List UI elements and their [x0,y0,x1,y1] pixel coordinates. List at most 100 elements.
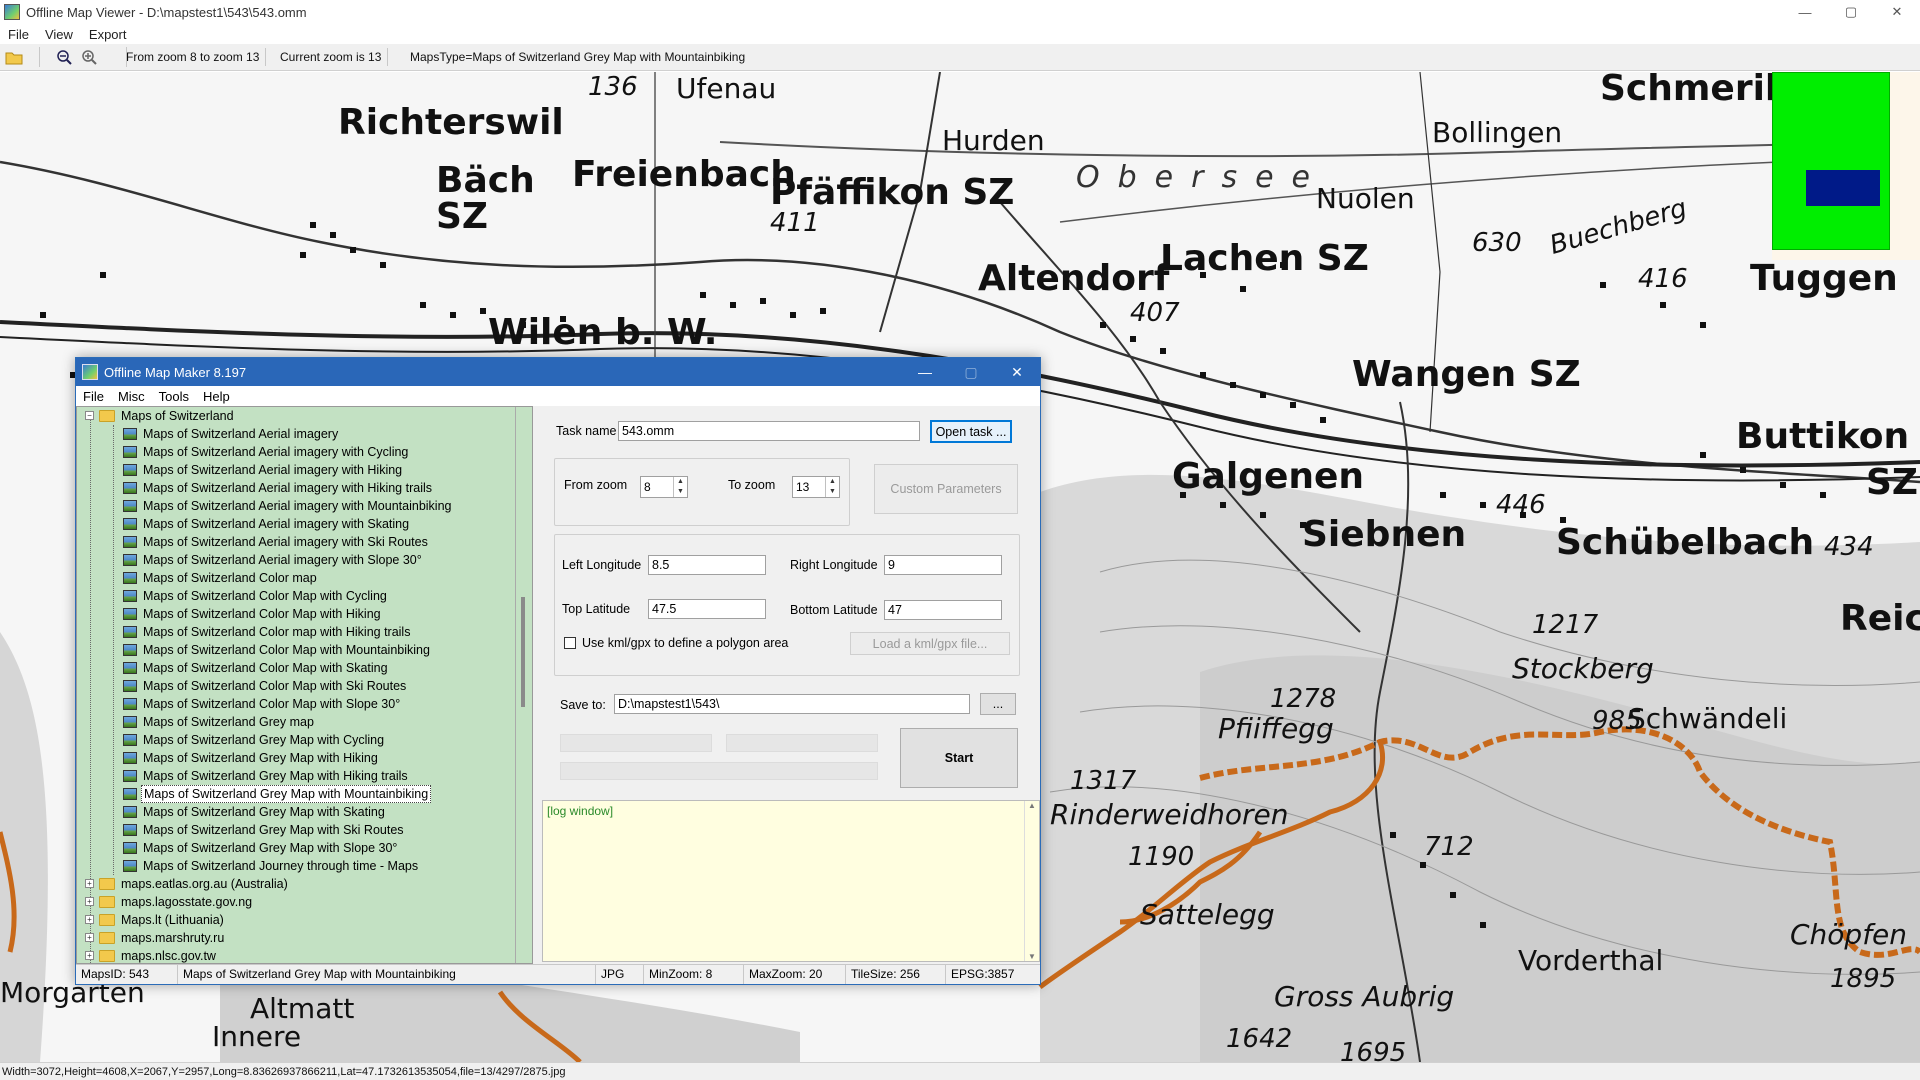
open-folder-button[interactable] [3,46,25,68]
tree-map-item[interactable]: Maps of Switzerland Grey Map with Slope … [77,839,507,857]
expand-icon[interactable]: + [85,951,94,960]
map-label-height: 1895 [1830,964,1897,994]
from-zoom-spinner[interactable]: 8 ▲ ▼ [640,476,688,498]
expand-icon[interactable]: + [85,879,94,888]
tree-map-item[interactable]: Maps of Switzerland Color Map with Hikin… [77,605,507,623]
tree-map-item[interactable]: Maps of Switzerland Color map with Hikin… [77,623,507,641]
tree-item-label: Maps of Switzerland Grey Map with Hiking [143,751,378,765]
dialog-menu-file[interactable]: File [76,389,111,404]
tree-folder-node[interactable]: + maps.marshruty.ru [77,929,507,947]
tree-folder-node[interactable]: + Maps.lt (Lithuania) [77,911,507,929]
custom-parameters-button: Custom Parameters [874,464,1018,514]
tree-map-item[interactable]: Maps of Switzerland Aerial imagery with … [77,533,507,551]
dialog-close-button[interactable]: ✕ [994,358,1040,386]
expand-icon[interactable]: + [85,915,94,924]
tree-map-item[interactable]: Maps of Switzerland Aerial imagery with … [77,515,507,533]
tree-folder-node[interactable]: + maps.lagosstate.gov.ng [77,893,507,911]
top-latitude-input[interactable]: 47.5 [648,599,766,619]
map-tile-icon [123,554,137,566]
tree-item-label: Maps of Switzerland Aerial imagery with … [143,481,432,495]
tree-map-item[interactable]: Maps of Switzerland Journey through time… [77,857,507,875]
task-name-input[interactable]: 543.omm [618,421,920,441]
scroll-down-arrow-icon[interactable]: ▼ [1025,952,1039,961]
dialog-window-controls: — ▢ ✕ [902,358,1040,386]
tree-map-item[interactable]: Maps of Switzerland Aerial imagery with … [77,479,507,497]
bottom-latitude-input[interactable]: 47 [884,600,1002,620]
tree-map-item[interactable]: Maps of Switzerland Color Map with Cycli… [77,587,507,605]
tree-map-item[interactable]: Maps of Switzerland Color Map with Skati… [77,659,507,677]
tree-item-label: Maps of Switzerland Color Map with Slope… [143,697,401,711]
minimize-button[interactable]: — [1782,0,1828,24]
spinner-arrows-icon[interactable]: ▲ ▼ [673,477,687,497]
tree-map-item[interactable]: Maps of Switzerland Color Map with Slope… [77,695,507,713]
tree-scrollbar-thumb[interactable] [521,597,525,707]
left-longitude-input[interactable]: 8.5 [648,555,766,575]
dialog-minimize-button[interactable]: — [902,358,948,386]
tree-map-item[interactable]: Maps of Switzerland Color Map with Mount… [77,641,507,659]
tree-item-label: Maps of Switzerland Grey Map with Hiking… [143,769,408,783]
menu-export[interactable]: Export [81,27,135,42]
expand-icon[interactable]: + [85,897,94,906]
tree-folder-node[interactable]: + maps.eatlas.org.au (Australia) [77,875,507,893]
overview-minimap[interactable] [1772,72,1920,260]
close-button[interactable]: ✕ [1874,0,1920,24]
browse-folder-button[interactable]: ... [980,693,1016,715]
tree-map-item[interactable]: Maps of Switzerland Grey Map with Ski Ro… [77,821,507,839]
menu-view[interactable]: View [37,27,81,42]
spinner-arrows-icon[interactable]: ▲ ▼ [825,477,839,497]
tree-item-label: Maps of Switzerland Grey Map with Slope … [143,841,398,855]
to-zoom-spinner[interactable]: 13 ▲ ▼ [792,476,840,498]
tree-node-label: Maps.lt (Lithuania) [121,913,224,927]
overview-viewport-indicator[interactable] [1806,170,1880,206]
tree-map-item[interactable]: Maps of Switzerland Color map [77,569,507,587]
tree-item-label: Maps of Switzerland Journey through time… [143,859,419,873]
tree-map-item[interactable]: Maps of Switzerland Aerial imagery with … [77,443,507,461]
tree-map-item[interactable]: Maps of Switzerland Grey Map with Hiking [77,749,507,767]
tree-map-item[interactable]: Maps of Switzerland Aerial imagery with … [77,551,507,569]
zoom-in-button[interactable] [78,46,100,68]
expand-icon[interactable]: + [85,933,94,942]
tree-node-label: Maps of Switzerland [121,409,234,423]
dialog-menu-help[interactable]: Help [196,389,237,404]
start-button[interactable]: Start [900,728,1018,788]
tree-map-item[interactable]: Maps of Switzerland Grey map [77,713,507,731]
log-scrollbar[interactable]: ▲ ▼ [1024,801,1039,961]
zoom-out-button[interactable] [53,46,75,68]
tree-item-label: Maps of Switzerland Aerial imagery [143,427,339,441]
tree-map-item[interactable]: Maps of Switzerland Aerial imagery [77,425,507,443]
tree-map-item[interactable]: Maps of Switzerland Color Map with Ski R… [77,677,507,695]
log-window[interactable]: [log window] ▲ ▼ [542,800,1040,962]
tree-map-item[interactable]: Maps of Switzerland Grey Map with Cyclin… [77,731,507,749]
tree-node-label: maps.eatlas.org.au (Australia) [121,877,288,891]
collapse-icon[interactable]: − [85,411,94,420]
maximize-button[interactable]: ▢ [1828,0,1874,24]
maps-tree[interactable]: − Maps of Switzerland Maps of Switzerland … [76,406,533,964]
open-task-button[interactable]: Open task ... [930,420,1012,443]
overview-extent [1772,72,1890,250]
save-to-input[interactable]: D:\mapstest1\543\ [614,694,970,714]
right-longitude-input[interactable]: 9 [884,555,1002,575]
folder-icon [99,914,115,926]
map-label-height: 446 [1496,490,1546,520]
menu-file[interactable]: File [0,27,37,42]
tree-map-item[interactable]: Maps of Switzerland Aerial imagery with … [77,497,507,515]
tree-map-item[interactable]: Maps of Switzerland Grey Map with Hiking… [77,767,507,785]
viewer-window-title: Offline Map Viewer - D:\mapstest1\543\54… [26,4,307,20]
dialog-app-icon [82,364,98,380]
map-label-height: 1695 [1340,1038,1407,1062]
dialog-title-bar[interactable]: Offline Map Maker 8.197 — ▢ ✕ [76,358,1040,386]
folder-icon [99,878,115,890]
tree-map-item[interactable]: Maps of Switzerland Aerial imagery with … [77,461,507,479]
tree-folder-node[interactable]: + maps.nlsc.gov.tw [77,947,507,963]
dialog-menu-misc[interactable]: Misc [111,389,152,404]
tree-map-item[interactable]: Maps of Switzerland Grey Map with Skatin… [77,803,507,821]
tree-scrollbar[interactable] [515,407,532,963]
maps-type-text: MapsType=Maps of Switzerland Grey Map wi… [410,50,746,64]
dialog-menu-tools[interactable]: Tools [152,389,196,404]
to-zoom-value: 13 [796,480,810,494]
tree-root-node[interactable]: − Maps of Switzerland [77,407,507,425]
use-kml-checkbox[interactable] [564,637,576,649]
tree-map-item[interactable]: Maps of Switzerland Grey Map with Mounta… [77,785,507,803]
map-tile-icon [123,518,137,530]
current-zoom-text: Current zoom is 13 [274,48,389,66]
